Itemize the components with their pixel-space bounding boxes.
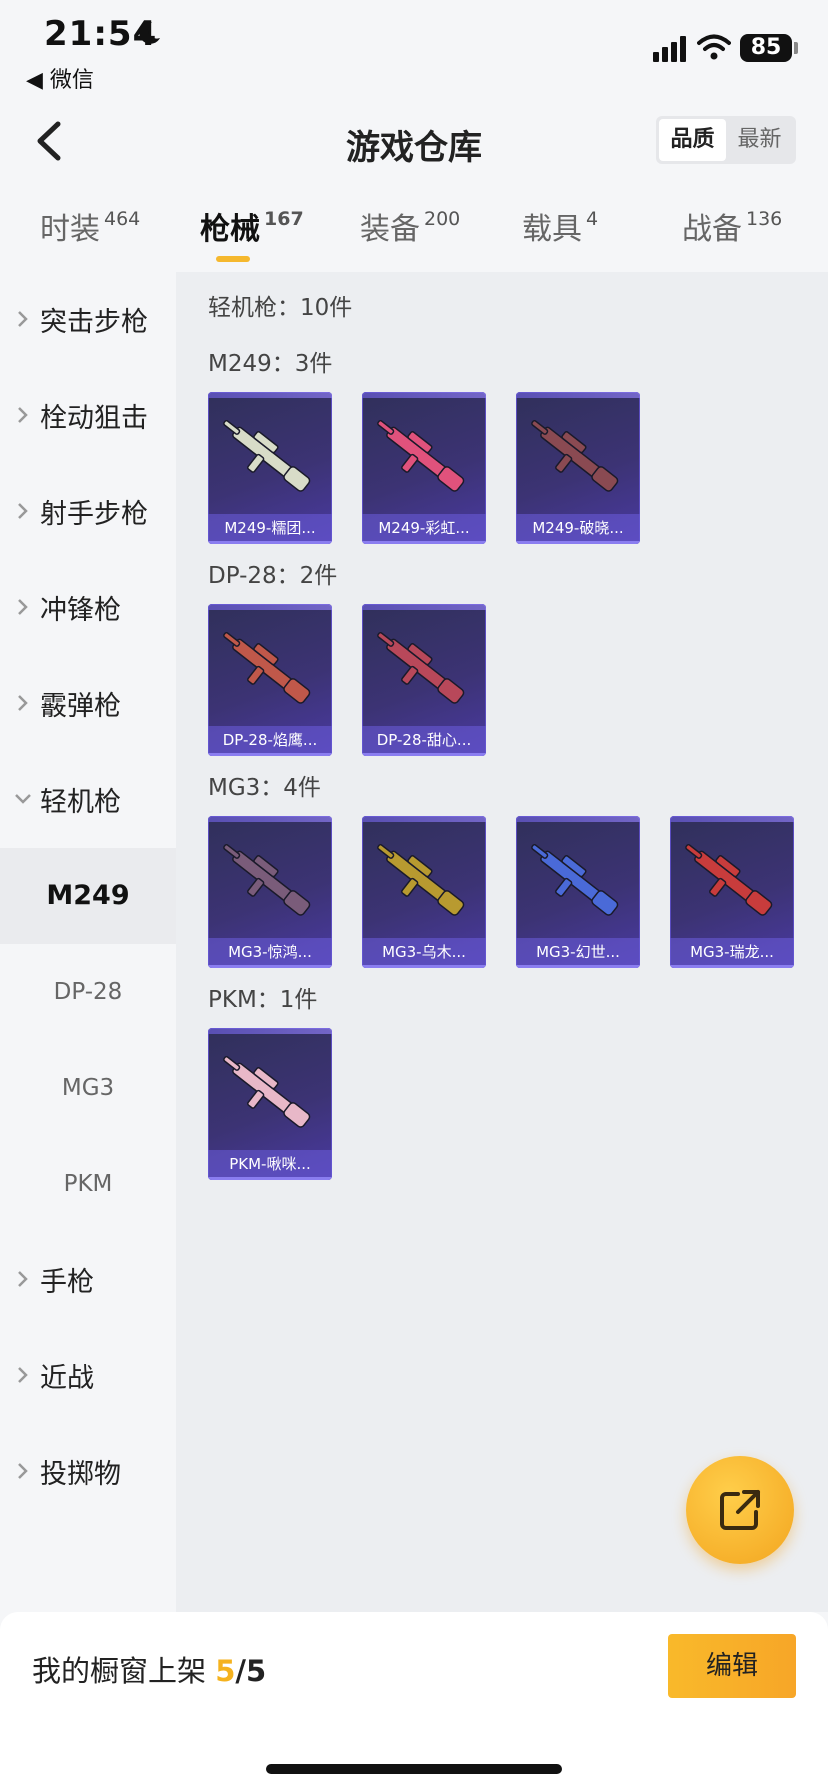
weapon-image [218,410,322,506]
item-card[interactable]: M249-破晓... [516,392,640,544]
weapon-image [526,834,630,930]
battery-tip [794,42,798,54]
item-name: DP-28-甜心... [362,726,486,756]
sidebar-item-label: 手枪 [40,1267,94,1298]
sidebar-item-melee[interactable]: 近战 [0,1328,176,1424]
tab-weapons[interactable]: 枪械 167 [200,204,304,248]
sidebar-item-lmg[interactable]: 轻机枪 [0,752,176,848]
sidebar-item-bolt-sniper[interactable]: 栓动狙击 [0,368,176,464]
item-card[interactable]: MG3-幻世... [516,816,640,968]
weapon-image [526,410,630,506]
sidebar-item-label: 霰弹枪 [40,691,121,722]
chevron-right-icon [18,311,28,327]
item-name: M249-破晓... [516,514,640,544]
battery-indicator: 85 [740,34,792,62]
sidebar-subitem-dp28[interactable]: DP-28 [0,944,176,1040]
tab-gear[interactable]: 战备 136 [682,204,782,248]
sidebar-subitem-mg3[interactable]: MG3 [0,1040,176,1136]
item-card[interactable]: DP-28-焰鹰... [208,604,332,756]
sidebar-subitem-m249[interactable]: M249 [0,848,176,944]
sidebar: 突击步枪 栓动狙击 射手步枪 冲锋枪 霰弹枪 轻机枪 M249 DP-28 MG… [0,272,176,1612]
sidebar-item-marksman-rifle[interactable]: 射手步枪 [0,464,176,560]
item-card[interactable]: DP-28-甜心... [362,604,486,756]
chevron-right-icon [18,599,28,615]
item-card[interactable]: MG3-惊鸿... [208,816,332,968]
chevron-right-icon [18,1463,28,1479]
sidebar-subitem-pkm[interactable]: PKM [0,1136,176,1232]
share-icon [720,1490,760,1530]
group-title-mg3: MG3：4件 [208,775,321,801]
item-name: MG3-瑞龙... [670,938,794,968]
item-card[interactable]: PKM-啾咪... [208,1028,332,1180]
wifi-icon [697,34,731,60]
item-grid-area: 轻机枪：10件 M249：3件 M249-糯团... M249-彩虹... M2… [176,272,828,1612]
sidebar-item-pistol[interactable]: 手枪 [0,1232,176,1328]
weapon-image [372,410,476,506]
sidebar-item-label: 栓动狙击 [40,403,148,434]
sidebar-item-label: 突击步枪 [40,307,148,338]
item-name: MG3-惊鸿... [208,938,332,968]
status-bar: 21:54 ◀ 微信 85 [0,0,828,96]
home-indicator[interactable] [266,1764,562,1774]
item-card[interactable]: MG3-乌木... [362,816,486,968]
group-title-dp28: DP-28：2件 [208,563,338,589]
chevron-right-icon [18,1367,28,1383]
sidebar-item-label: 射手步枪 [40,499,148,530]
category-summary: 轻机枪：10件 [208,295,353,321]
item-name: MG3-幻世... [516,938,640,968]
chevron-down-icon [15,794,31,804]
sort-toggle: 品质 最新 [656,116,796,164]
sidebar-item-shotgun[interactable]: 霰弹枪 [0,656,176,752]
share-button[interactable] [686,1456,794,1564]
page-header: 游戏仓库 品质 最新 [0,96,828,186]
showcase-status: 我的橱窗上架 5/5 [32,1648,266,1690]
sidebar-item-label: 轻机枪 [40,787,121,818]
sort-by-newest-button[interactable]: 最新 [726,119,793,161]
weapon-image [218,1046,322,1142]
chevron-right-icon [18,695,28,711]
sidebar-item-label: 投掷物 [40,1459,121,1490]
chevron-right-icon [18,407,28,423]
edit-button[interactable]: 编辑 [668,1634,796,1698]
weapon-image [218,622,322,718]
weapon-image [218,834,322,930]
item-card[interactable]: M249-彩虹... [362,392,486,544]
tab-equipment[interactable]: 装备 200 [360,204,460,248]
item-name: DP-28-焰鹰... [208,726,332,756]
item-name: M249-糯团... [208,514,332,544]
active-tab-indicator [216,256,250,262]
sidebar-item-label: 近战 [40,1363,94,1394]
showcase-total-count: /5 [235,1654,267,1688]
item-name: MG3-乌木... [362,938,486,968]
sidebar-item-label: 冲锋枪 [40,595,121,626]
tab-vehicles[interactable]: 载具 4 [522,204,598,248]
sidebar-item-smg[interactable]: 冲锋枪 [0,560,176,656]
signal-icon [653,36,686,62]
tab-outfits[interactable]: 时装 464 [40,204,140,248]
weapon-image [372,622,476,718]
chevron-right-icon [18,503,28,519]
group-title-m249: M249：3件 [208,351,333,377]
sort-by-quality-button[interactable]: 品质 [659,119,726,161]
weapon-image [372,834,476,930]
group-title-pkm: PKM：1件 [208,987,318,1013]
chevron-right-icon [18,1271,28,1287]
sidebar-item-throwable[interactable]: 投掷物 [0,1424,176,1520]
moon-icon [139,21,160,44]
weapon-image [680,834,784,930]
item-card[interactable]: MG3-瑞龙... [670,816,794,968]
item-name: M249-彩虹... [362,514,486,544]
showcase-bar: 我的橱窗上架 5/5 编辑 [0,1612,828,1792]
showcase-current-count: 5 [215,1654,236,1688]
sidebar-item-assault-rifle[interactable]: 突击步枪 [0,272,176,368]
back-to-wechat-link[interactable]: ◀ 微信 [26,62,94,94]
category-tabs: 时装 464 枪械 167 装备 200 载具 4 战备 136 [0,196,828,272]
item-name: PKM-啾咪... [208,1150,332,1180]
item-card[interactable]: M249-糯团... [208,392,332,544]
showcase-label: 我的橱窗上架 [32,1654,207,1688]
